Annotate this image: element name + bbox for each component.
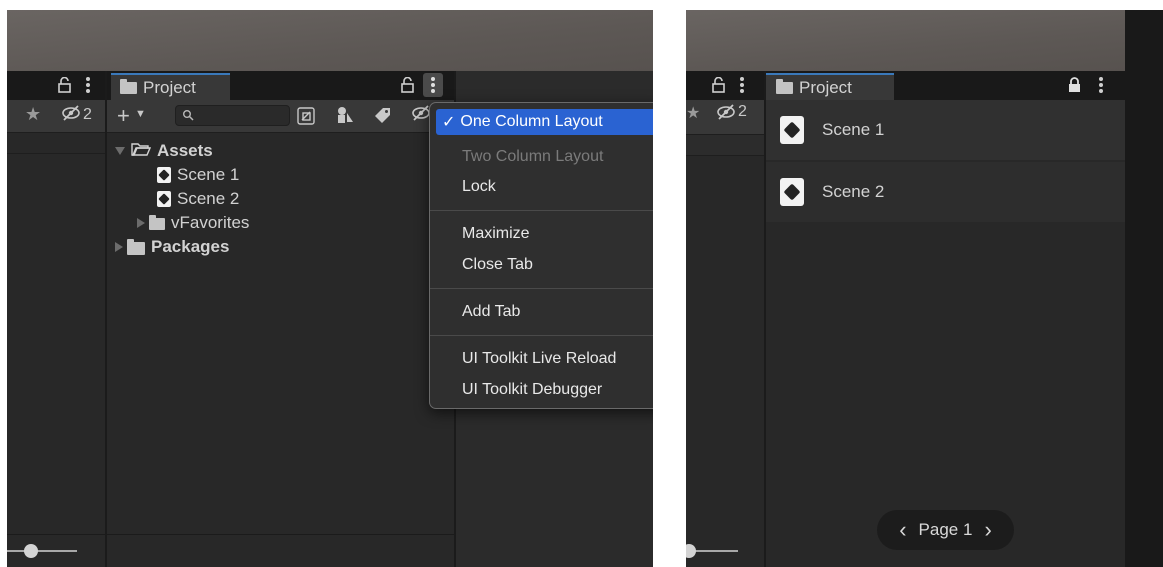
menu-item-lock[interactable]: Lock — [462, 178, 496, 196]
star-icon[interactable]: ★ — [25, 104, 41, 125]
menu-item-close-tab[interactable]: Close Tab — [462, 256, 533, 274]
tree-label: Scene 1 — [177, 165, 240, 184]
scene-background — [7, 10, 653, 71]
folder-icon — [127, 238, 145, 255]
editor-window-left: ★ 2 Project + ▼ Assets Scene 1 Scene 2 v… — [7, 10, 653, 567]
list-item-scene-2[interactable]: Scene 2 — [766, 162, 1125, 222]
toolbar: ★ 2 — [686, 100, 764, 135]
hidden-count: 2 — [738, 103, 747, 120]
search-input[interactable] — [175, 105, 290, 126]
kebab-menu-icon[interactable] — [739, 76, 745, 97]
menu-separator — [430, 335, 653, 336]
plus-icon[interactable]: + — [117, 103, 130, 129]
scene-view[interactable] — [7, 10, 653, 71]
tree-label: Assets — [157, 141, 213, 160]
bottom-bar — [7, 534, 105, 567]
star-icon[interactable]: ★ — [686, 103, 700, 123]
tab-bar: Project — [766, 71, 1125, 100]
project-window: Project Scene 1 Scene 2 — [766, 71, 1125, 567]
list-item-scene-1[interactable]: Scene 1 — [766, 100, 1125, 160]
tab-bar: Project — [107, 71, 454, 100]
lock-open-icon[interactable] — [401, 76, 414, 96]
context-menu: ✓ One Column Layout Two Column Layout Lo… — [429, 102, 653, 409]
tree-label: Packages — [151, 237, 230, 256]
bottom-bar — [107, 534, 454, 567]
menu-separator — [430, 210, 653, 211]
menu-item-ui-toolkit-debugger[interactable]: UI Toolkit Debugger — [462, 381, 602, 399]
expand-arrow-icon[interactable] — [115, 242, 123, 252]
lock-open-icon[interactable] — [58, 76, 71, 96]
checkmark-icon: ✓ — [442, 114, 456, 131]
zoom-slider-track[interactable] — [7, 550, 77, 552]
eye-off-icon[interactable] — [411, 105, 431, 126]
favorites-column: ★ 2 — [7, 71, 105, 567]
search-by-type-icon[interactable] — [297, 107, 315, 130]
lock-icon[interactable] — [1068, 77, 1081, 96]
folder-icon — [776, 78, 793, 94]
unity-scene-icon — [157, 191, 171, 207]
tree-item-assets[interactable]: Assets — [115, 139, 213, 163]
bottom-bar — [686, 535, 764, 567]
expand-arrow-icon[interactable] — [115, 147, 125, 155]
folder-icon — [149, 215, 165, 230]
tree-item-scene-1[interactable]: Scene 1 — [157, 163, 239, 187]
hidden-count: 2 — [83, 106, 92, 123]
kebab-menu-icon[interactable] — [423, 73, 443, 97]
toolbar: ★ 2 — [7, 100, 105, 133]
menu-item-add-tab[interactable]: Add Tab — [462, 303, 520, 321]
filter-by-type-icon[interactable] — [336, 106, 354, 129]
unity-scene-icon — [780, 116, 804, 144]
zoom-slider-knob[interactable] — [24, 544, 38, 558]
tree-item-vfavorites[interactable]: vFavorites — [137, 211, 249, 235]
menu-item-two-column-layout: Two Column Layout — [462, 148, 604, 165]
search-icon — [182, 108, 194, 126]
tab-label: Project — [143, 77, 196, 97]
menu-item-ui-toolkit-live-reload[interactable]: UI Toolkit Live Reload — [462, 350, 616, 368]
tab-label: Project — [799, 77, 852, 97]
favorites-header — [7, 133, 105, 154]
eye-off-icon[interactable] — [716, 104, 736, 125]
tree-item-packages[interactable]: Packages — [115, 235, 229, 259]
window-edge — [1125, 10, 1163, 567]
scene-view[interactable] — [686, 10, 1125, 71]
favorites-header — [686, 135, 764, 156]
chevron-down-icon[interactable]: ▼ — [135, 108, 146, 120]
scene-background — [686, 10, 1125, 71]
menu-separator — [430, 288, 653, 289]
tab-project[interactable]: Project — [766, 73, 894, 100]
kebab-menu-icon[interactable] — [1098, 76, 1104, 97]
kebab-menu-icon[interactable] — [85, 76, 91, 97]
tree-item-scene-2[interactable]: Scene 2 — [157, 187, 239, 211]
lock-open-icon[interactable] — [712, 76, 725, 96]
folder-icon — [120, 78, 137, 94]
eye-off-icon[interactable] — [61, 105, 81, 126]
item-label: Scene 2 — [822, 182, 885, 201]
pagination: ‹ Page 1 › — [877, 510, 1014, 550]
editor-window-right: ★ 2 Project Scene 1 Scene 2 ‹ Page 1 › — [686, 10, 1125, 567]
tree-label: vFavorites — [171, 213, 250, 232]
tree-label: Scene 2 — [177, 189, 240, 208]
favorites-column: ★ 2 — [686, 71, 764, 567]
unity-scene-icon — [157, 167, 171, 183]
toolbar: + ▼ — [107, 100, 454, 133]
prev-page-button[interactable]: ‹ — [899, 519, 906, 541]
page-label: Page 1 — [918, 520, 973, 539]
tab-project[interactable]: Project — [111, 73, 230, 100]
zoom-slider-knob[interactable] — [686, 544, 696, 558]
menu-item-maximize[interactable]: Maximize — [462, 225, 530, 243]
next-page-button[interactable]: › — [984, 519, 991, 541]
menu-item-one-column-layout[interactable]: ✓ One Column Layout — [436, 109, 653, 135]
tab-bar — [686, 71, 764, 100]
project-window: Project + ▼ Assets Scene 1 Scene 2 vFavo… — [107, 71, 454, 567]
unity-scene-icon — [780, 178, 804, 206]
tag-icon[interactable] — [375, 107, 391, 128]
expand-arrow-icon[interactable] — [137, 218, 145, 228]
menu-item-label: One Column Layout — [460, 113, 603, 130]
item-label: Scene 1 — [822, 120, 885, 139]
folder-open-icon — [131, 141, 152, 161]
tab-bar — [7, 71, 105, 100]
